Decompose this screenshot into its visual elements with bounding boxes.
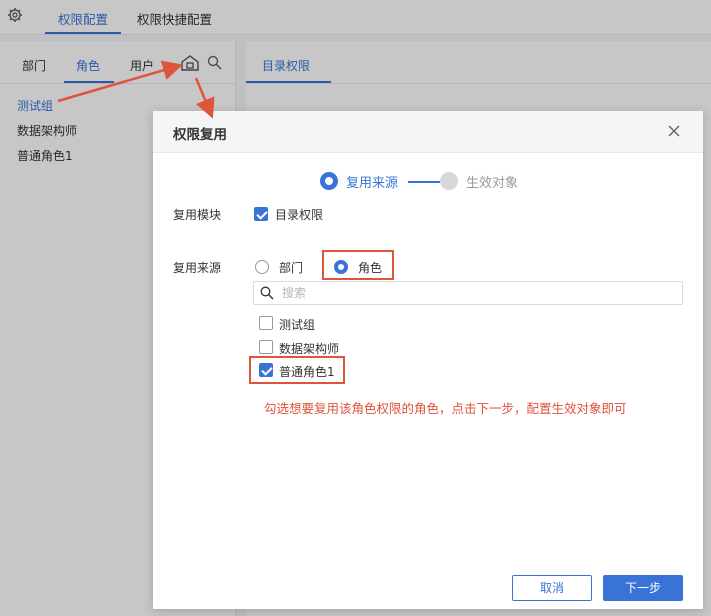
step-connector	[408, 181, 440, 183]
module-label: 复用模块	[173, 208, 222, 222]
step-target-label: 生效对象	[466, 176, 519, 191]
role-checkbox-test-group[interactable]	[259, 316, 273, 330]
search-icon	[260, 286, 274, 300]
search-input[interactable]	[282, 284, 672, 302]
permission-reuse-dialog: 权限复用 复用来源 生效对象 复用模块 目录权限 复用来源 部门 角色 测试组 …	[153, 111, 703, 609]
module-checkbox[interactable]	[254, 207, 268, 221]
dialog-header: 权限复用	[153, 111, 703, 153]
radio-department-label: 部门	[279, 261, 304, 275]
highlight-box-role	[322, 250, 394, 280]
instruction-annotation: 勾选想要复用该角色权限的角色，点击下一步，配置生效对象即可	[264, 401, 627, 416]
next-step-button[interactable]: 下一步	[603, 575, 683, 601]
role-checkbox-data-architect[interactable]	[259, 340, 273, 354]
module-option-label: 目录权限	[275, 208, 324, 222]
step-active-icon	[320, 172, 338, 190]
step-inactive-icon	[440, 172, 458, 190]
search-field[interactable]	[253, 281, 683, 305]
dialog-title: 权限复用	[173, 127, 227, 143]
role-label-test-group: 测试组	[279, 318, 316, 332]
source-label: 复用来源	[173, 261, 222, 275]
cancel-button[interactable]: 取消	[512, 575, 592, 601]
highlight-box-normal-role	[249, 356, 345, 384]
close-icon[interactable]	[667, 124, 681, 138]
radio-department[interactable]	[255, 260, 269, 274]
step-source-label: 复用来源	[346, 176, 399, 191]
role-label-data-architect: 数据架构师	[279, 342, 340, 356]
